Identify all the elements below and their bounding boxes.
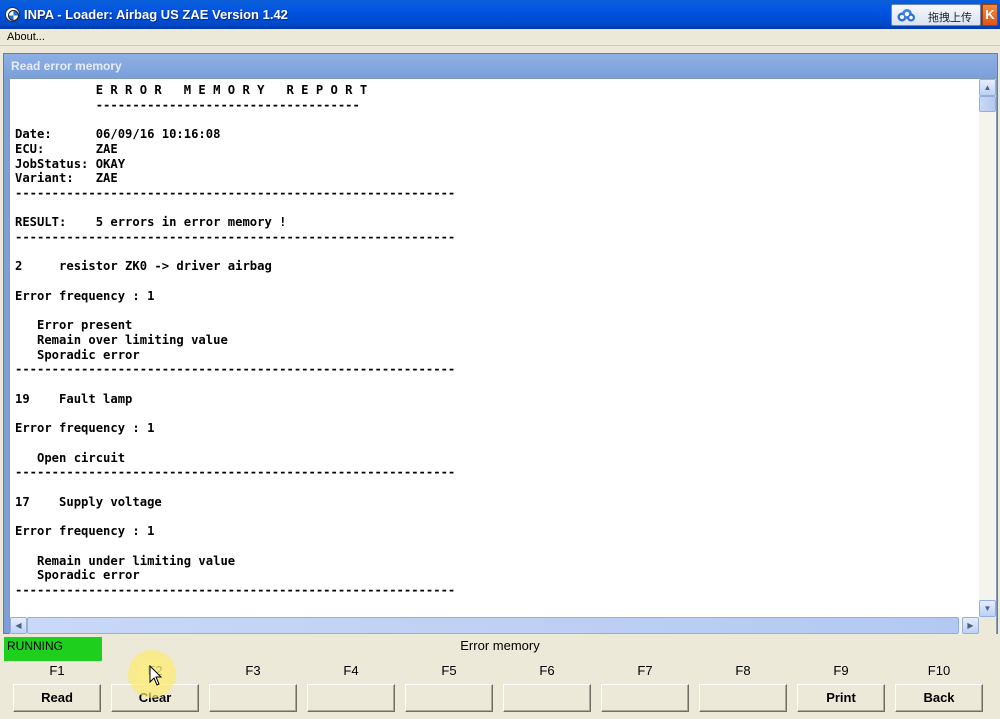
horizontal-scroll-thumb[interactable] — [27, 617, 959, 634]
report-line: 19 Fault lamp — [15, 391, 133, 406]
fkey-label-f3: F3 — [245, 663, 261, 678]
vertical-scroll-thumb[interactable] — [979, 96, 996, 112]
f3-button[interactable] — [209, 684, 297, 712]
vertical-scrollbar[interactable]: ▲ ▼ — [979, 79, 996, 617]
report-line: ----------------------------------------… — [15, 230, 456, 245]
scroll-up-arrow-icon[interactable]: ▲ — [979, 79, 996, 96]
f6-button[interactable] — [503, 684, 591, 712]
back-button[interactable]: Back — [895, 684, 983, 712]
report-line: Error frequency : 1 — [15, 421, 155, 436]
report-line: E R R O R M E M O R Y R E P O R T — [15, 83, 368, 97]
subwindow-titlebar: Read error memory — [4, 54, 997, 78]
report-line: ------------------------------------ — [15, 97, 360, 112]
report-line: Error frequency : 1 — [15, 288, 155, 303]
report-line: ----------------------------------------… — [15, 185, 456, 200]
print-button[interactable]: Print — [797, 684, 885, 712]
fkey-label-f4: F4 — [343, 663, 359, 678]
fkey-label-f10: F10 — [927, 663, 951, 678]
report-line: Remain over limiting value — [15, 332, 228, 347]
mouse-cursor-icon — [149, 665, 163, 686]
report-line — [15, 274, 975, 289]
horizontal-scrollbar[interactable]: ◀ ▶ — [10, 617, 979, 634]
upload-label: 拖拽上传 — [928, 12, 972, 24]
error-memory-report: E R R O R M E M O R Y R E P O R T ------… — [15, 83, 975, 611]
read-button[interactable]: Read — [13, 684, 101, 712]
scrollbar-corner — [979, 617, 996, 634]
report-line — [15, 377, 975, 392]
report-line: 17 Supply voltage — [15, 494, 162, 509]
report-line — [15, 598, 975, 611]
report-line: 2 resistor ZK0 -> driver airbag — [15, 259, 272, 274]
window-title: INPA - Loader: Airbag US ZAE Version 1.4… — [24, 7, 288, 22]
f8-button[interactable] — [699, 684, 787, 712]
report-line — [15, 436, 975, 451]
report-line: Sporadic error — [15, 568, 140, 583]
report-line — [15, 304, 975, 319]
upload-widget[interactable]: 拖拽上传 — [891, 4, 981, 26]
report-line: JobStatus: OKAY — [15, 156, 126, 171]
report-line: ----------------------------------------… — [15, 465, 456, 480]
report-line: Remain under limiting value — [15, 553, 236, 568]
subwindow-title: Read error memory — [11, 59, 122, 73]
report-line: Sporadic error — [15, 347, 140, 362]
report-line: Variant: ZAE — [15, 171, 118, 186]
report-line — [15, 406, 975, 421]
report-line: RESULT: 5 errors in error memory ! — [15, 215, 287, 230]
fkey-label-f6: F6 — [539, 663, 555, 678]
report-line: Open circuit — [15, 450, 126, 465]
report-line — [15, 509, 975, 524]
cloud-icon — [897, 9, 915, 22]
bmw-logo-icon — [5, 7, 20, 22]
report-line: Error frequency : 1 — [15, 524, 155, 539]
fkey-label-f9: F9 — [833, 663, 849, 678]
report-line — [15, 539, 975, 554]
window-titlebar[interactable]: INPA - Loader: Airbag US ZAE Version 1.4… — [0, 0, 1000, 29]
f7-button[interactable] — [601, 684, 689, 712]
fkey-label-f7: F7 — [637, 663, 653, 678]
report-line: ----------------------------------------… — [15, 582, 456, 597]
fkey-label-f5: F5 — [441, 663, 457, 678]
close-button[interactable]: K — [982, 4, 998, 26]
report-line — [15, 201, 975, 216]
f5-button[interactable] — [405, 684, 493, 712]
report-line: Error present — [15, 318, 133, 333]
report-line — [15, 480, 975, 495]
report-line: ECU: ZAE — [15, 141, 118, 156]
menu-bar: About... — [0, 29, 1000, 46]
report-line — [15, 245, 975, 260]
scroll-right-arrow-icon[interactable]: ▶ — [962, 617, 979, 634]
fkey-label-f8: F8 — [735, 663, 751, 678]
report-panel[interactable]: E R R O R M E M O R Y R E P O R T ------… — [9, 78, 997, 634]
report-line: Date: 06/09/16 10:16:08 — [15, 127, 221, 142]
report-line — [15, 112, 975, 127]
menu-item-about[interactable]: About... — [7, 31, 45, 43]
f4-button[interactable] — [307, 684, 395, 712]
report-line: ----------------------------------------… — [15, 362, 456, 377]
scroll-left-arrow-icon[interactable]: ◀ — [10, 617, 27, 634]
fkey-label-f1: F1 — [49, 663, 65, 678]
scroll-down-arrow-icon[interactable]: ▼ — [979, 600, 996, 617]
error-memory-window: Read error memory E R R O R M E M O R Y … — [3, 53, 998, 634]
